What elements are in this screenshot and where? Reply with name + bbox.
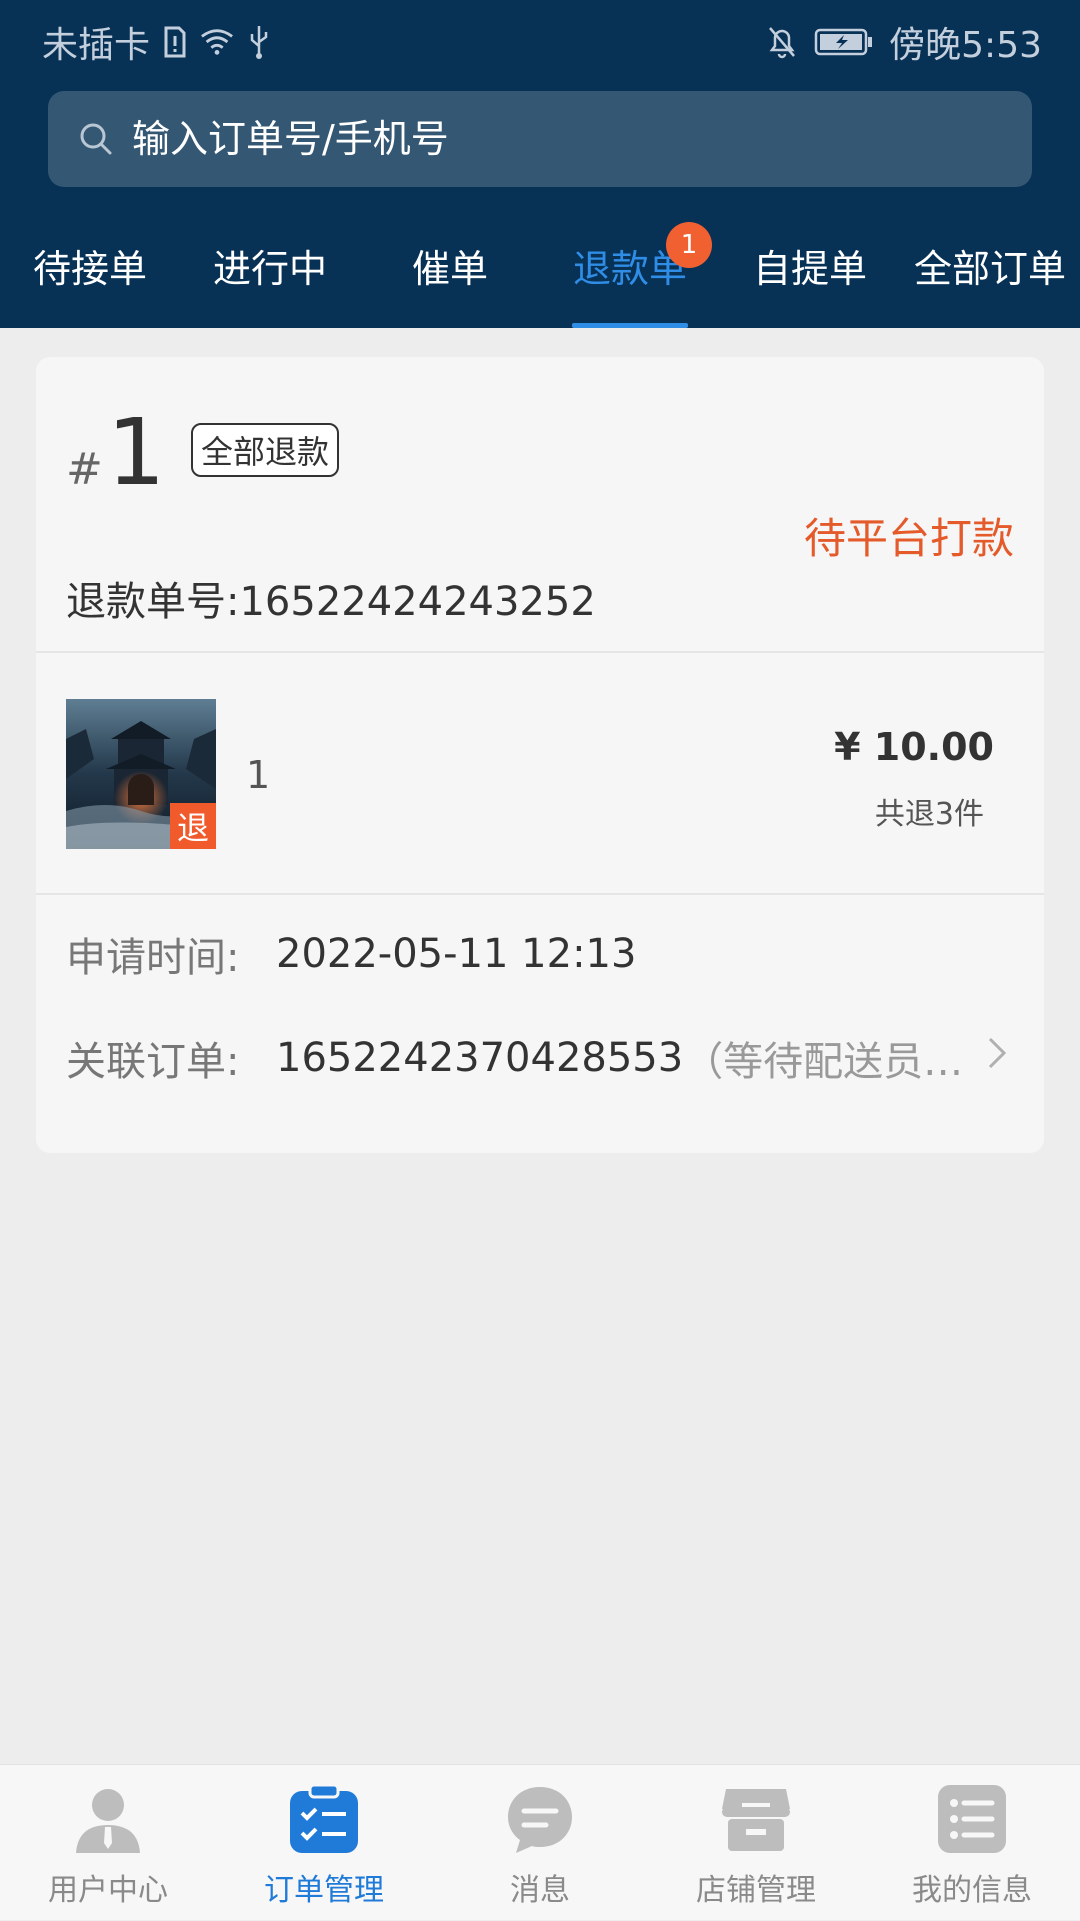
nav-label: 店铺管理 xyxy=(696,1873,816,1908)
tab-label: 进行中 xyxy=(212,247,327,291)
search-input[interactable] xyxy=(130,116,990,162)
tab-reminder[interactable]: 催单 xyxy=(411,238,489,328)
header: 未插卡 傍晚5:53 待接单 xyxy=(0,0,1080,328)
refund-price: ¥ 10.00 xyxy=(834,725,994,769)
apply-time-row: 申请时间: 2022-05-11 12:13 xyxy=(66,925,636,983)
divider xyxy=(36,651,1044,653)
refund-quantity: 共退3件 xyxy=(874,797,984,832)
status-time: 傍晚5:53 xyxy=(889,25,1042,66)
list-icon xyxy=(936,1783,1008,1855)
refund-tag: 退 xyxy=(170,803,216,849)
nav-label: 我的信息 xyxy=(912,1873,1032,1908)
product-name: 1 xyxy=(246,753,271,797)
tab-all-orders[interactable]: 全部订单 xyxy=(912,238,1068,328)
nav-order-management[interactable]: 订单管理 xyxy=(216,1765,432,1921)
bottom-navigation: 用户中心 订单管理 消息 店铺管理 我的信息 xyxy=(0,1764,1080,1920)
user-icon xyxy=(72,1783,144,1855)
order-number: 1 xyxy=(106,399,166,506)
tab-label: 催单 xyxy=(411,247,488,291)
nav-label: 订单管理 xyxy=(264,1873,384,1908)
sim-icon xyxy=(158,22,192,62)
nav-label: 用户中心 xyxy=(48,1873,168,1908)
tab-badge: 1 xyxy=(666,222,712,268)
related-order-label: 关联订单: xyxy=(66,1039,240,1085)
usb-icon xyxy=(242,22,276,62)
wifi-icon xyxy=(200,22,234,62)
product-image: 退 xyxy=(66,699,216,849)
related-order-value: 1652242370428553 xyxy=(276,1035,684,1081)
apply-time-label: 申请时间: xyxy=(66,935,240,981)
nav-label: 消息 xyxy=(510,1873,570,1908)
battery-icon xyxy=(813,22,875,62)
chevron-right-icon[interactable] xyxy=(982,1033,1012,1073)
tab-self-pickup[interactable]: 自提单 xyxy=(752,238,868,328)
refund-number: 退款单号:16522424243252 xyxy=(66,579,596,625)
order-hash: # xyxy=(66,444,103,495)
related-order-note: （等待配送员… xyxy=(683,1039,964,1085)
tab-in-progress[interactable]: 进行中 xyxy=(212,238,328,328)
carrier-text: 未插卡 xyxy=(42,25,151,66)
apply-time-value: 2022-05-11 12:13 xyxy=(276,931,637,977)
related-order-row[interactable]: 关联订单: 1652242370428553 （等待配送员… xyxy=(66,1029,963,1087)
search-icon xyxy=(76,119,116,159)
refund-order-card[interactable]: # 1 全部退款 待平台打款 退款单号:16522424243252 退 1 ¥… xyxy=(36,357,1044,1153)
divider xyxy=(36,893,1044,895)
tab-refund[interactable]: 退款单 1 xyxy=(572,222,712,328)
bell-off-icon xyxy=(765,22,799,62)
status-bar: 未插卡 傍晚5:53 xyxy=(0,0,1080,76)
order-tabs: 待接单 进行中 催单 退款单 1 自提单 全部订单 xyxy=(0,222,1080,328)
nav-messages[interactable]: 消息 xyxy=(432,1765,648,1921)
order-index: # 1 xyxy=(66,407,165,499)
refund-status: 待平台打款 xyxy=(803,514,1014,563)
tab-label: 待接单 xyxy=(32,247,147,291)
nav-store-management[interactable]: 店铺管理 xyxy=(648,1765,864,1921)
refund-type-badge: 全部退款 xyxy=(191,423,340,477)
order-checklist-icon xyxy=(288,1783,360,1855)
active-tab-indicator xyxy=(572,323,688,328)
tab-label: 全部订单 xyxy=(913,247,1066,291)
nav-my-info[interactable]: 我的信息 xyxy=(864,1765,1080,1921)
message-icon xyxy=(504,1783,576,1855)
store-icon xyxy=(720,1783,792,1855)
tab-pending[interactable]: 待接单 xyxy=(32,238,148,328)
search-bar[interactable] xyxy=(48,91,1032,187)
tab-label: 自提单 xyxy=(752,247,867,291)
nav-user-center[interactable]: 用户中心 xyxy=(0,1765,216,1921)
